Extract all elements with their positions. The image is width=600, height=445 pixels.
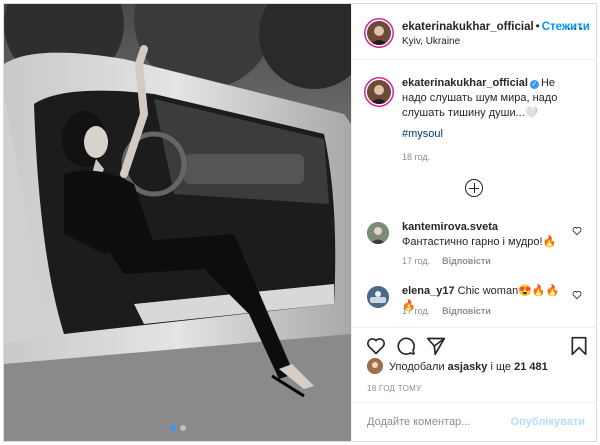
photo-image (4, 4, 351, 441)
carousel-dot (179, 425, 186, 431)
reply-button[interactable]: Відповісти (442, 306, 491, 316)
comment-username[interactable]: kantemirova.sveta (402, 221, 498, 233)
comment-meta: 17 год. Відповісти (402, 306, 503, 316)
post-header: ekaterinakukhar_official • Стежити Kyiv, U… (352, 4, 597, 60)
liker-avatar[interactable] (367, 358, 383, 374)
post-comment-button[interactable]: Опублікувати (511, 416, 585, 428)
caption-username[interactable]: ekaterinakukhar_official (402, 77, 528, 89)
caption-time: 18 год. (402, 152, 431, 162)
comments-section: ekaterinakukhar_official ✓ Не надо слушать… (352, 60, 597, 327)
post-details-panel: ekaterinakukhar_official • Стежити Kyiv, U… (351, 4, 597, 441)
caption-author-avatar[interactable] (367, 80, 391, 104)
comment-avatar[interactable] (367, 286, 389, 308)
add-comment-bar: Додайте коментар... Опублікувати (352, 402, 597, 441)
comment-time: 17 год. (402, 306, 431, 316)
like-comment-heart-icon[interactable] (572, 290, 582, 300)
comment-time: 17 год. (402, 256, 431, 266)
verified-badge-icon: ✓ (529, 80, 539, 89)
liker-username[interactable]: asjasky (448, 361, 488, 373)
comment-icon[interactable] (396, 336, 416, 356)
carousel-dot-active (169, 425, 176, 431)
save-bookmark-icon[interactable] (570, 336, 588, 356)
author-avatar[interactable] (367, 21, 391, 45)
post-frame: ekaterinakukhar_official • Стежити Kyiv, U… (3, 3, 597, 442)
comment-avatar[interactable] (367, 222, 389, 244)
post-location[interactable]: Kyiv, Ukraine (402, 36, 460, 47)
likes-count[interactable]: 21 481 (514, 361, 548, 373)
like-comment-heart-icon[interactable] (572, 226, 582, 236)
load-more-comments-icon[interactable] (465, 179, 483, 197)
more-options-icon[interactable]: ··· (566, 21, 585, 37)
author-username[interactable]: ekaterinakukhar_official (402, 21, 534, 33)
share-icon[interactable] (426, 336, 446, 356)
comment-input[interactable]: Додайте коментар... (367, 416, 470, 428)
caption-hashtag[interactable]: #mysoul (402, 128, 443, 140)
comment-text-block: kantemirova.sveta Фантастично гарно і му… (402, 220, 567, 250)
reply-button[interactable]: Відповісти (442, 256, 491, 266)
likes-text: Уподобали asjasky і ще 21 481 (389, 361, 548, 373)
like-heart-icon[interactable] (366, 336, 386, 356)
carousel-dots (4, 425, 351, 431)
header-username-line: ekaterinakukhar_official • Стежити (402, 21, 590, 33)
comment-meta: 17 год. Відповісти (402, 256, 503, 266)
likes-middle: і ще (487, 361, 515, 373)
comment-username[interactable]: elena_y17 (402, 285, 455, 297)
post-photo[interactable] (4, 4, 351, 441)
post-time-ago: 18 ГОД ТОМУ (367, 384, 422, 393)
post-caption: ekaterinakukhar_official ✓ Не надо слушать… (402, 76, 582, 121)
comment-text: Фантастично гарно і мудро!🔥 (402, 236, 557, 248)
likes-prefix: Уподобали (389, 361, 448, 373)
separator-dot: • (535, 21, 540, 33)
